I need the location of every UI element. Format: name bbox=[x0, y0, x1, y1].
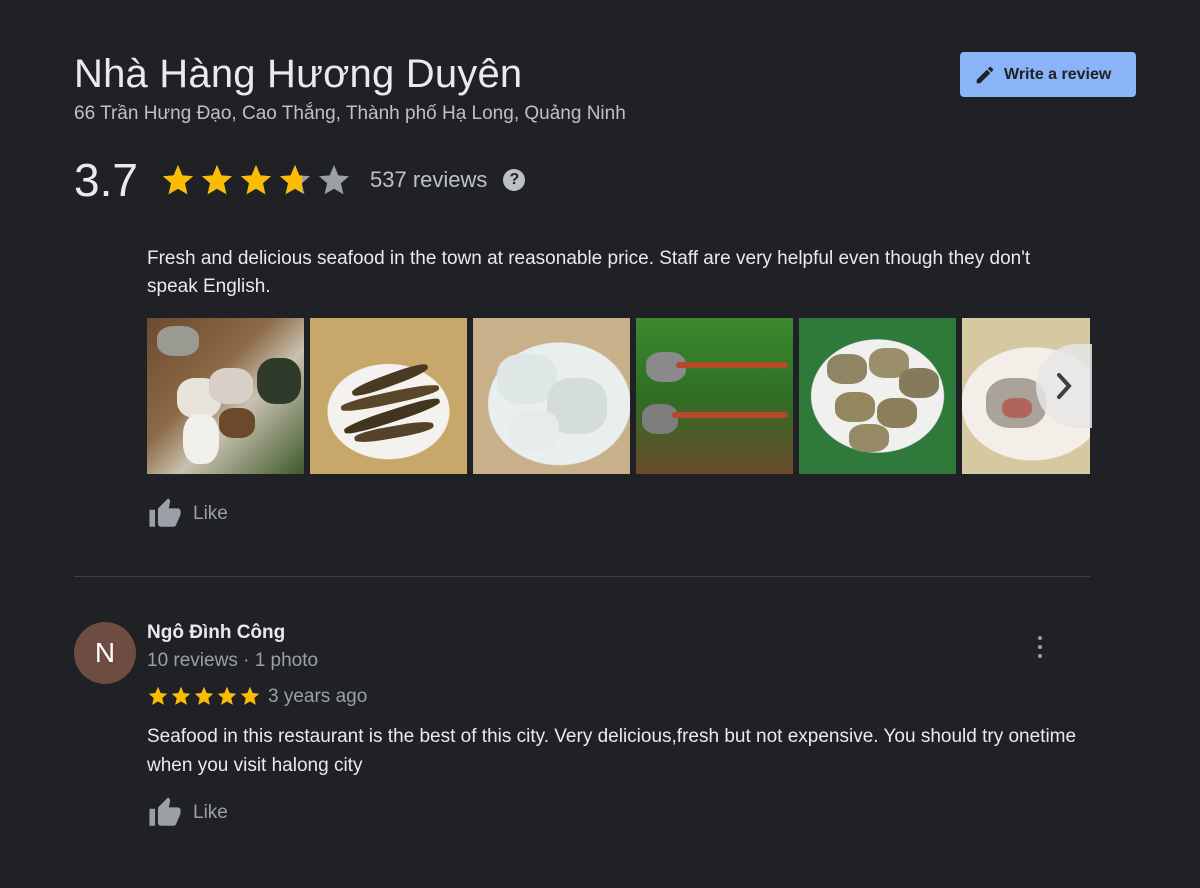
write-review-label: Write a review bbox=[1004, 65, 1112, 83]
thumbs-up-icon bbox=[149, 797, 181, 826]
rating-value: 3.7 bbox=[74, 154, 138, 206]
review-photos bbox=[147, 318, 1090, 474]
like-button[interactable]: Like bbox=[147, 796, 228, 830]
more-vert-icon-dot bbox=[1038, 654, 1042, 658]
star-icon bbox=[217, 686, 237, 705]
seafood-platter-photo[interactable] bbox=[147, 318, 304, 474]
like-button[interactable]: Like bbox=[147, 497, 228, 531]
avatar[interactable]: N bbox=[74, 622, 136, 684]
place-address: 66 Trần Hưng Đạo, Cao Thắng, Thành phố H… bbox=[74, 103, 626, 124]
review-text: Fresh and delicious seafood in the town … bbox=[147, 248, 1031, 297]
like-label: Like bbox=[193, 802, 228, 823]
review-body: Seafood in this restaurant is the best o… bbox=[147, 726, 1077, 776]
reviewer-meta: 10 reviews · 1 photo bbox=[147, 650, 319, 671]
star-icon bbox=[319, 165, 349, 195]
chevron-right-icon bbox=[1057, 373, 1072, 399]
divider bbox=[74, 576, 1090, 577]
more-vert-icon bbox=[1038, 636, 1042, 640]
more-vert-icon-dot bbox=[1038, 645, 1042, 649]
thumbs-up-icon bbox=[149, 498, 181, 527]
help-icon[interactable]: ? bbox=[503, 169, 526, 191]
grilled-razor-clams-photo[interactable] bbox=[310, 318, 467, 474]
review-time: 3 years ago bbox=[268, 686, 368, 707]
star-icon bbox=[194, 686, 214, 705]
place-name: Nhà Hàng Hương Duyên bbox=[74, 52, 523, 96]
review-stars bbox=[147, 685, 261, 707]
star-icon bbox=[202, 165, 232, 195]
star-icon bbox=[280, 165, 310, 195]
review-count[interactable]: 537 reviews bbox=[370, 167, 487, 193]
more-options-button[interactable] bbox=[1028, 634, 1052, 660]
reviewer-name[interactable]: Ngô Đình Công bbox=[147, 622, 285, 644]
star-icon bbox=[148, 686, 168, 705]
star-icon bbox=[241, 165, 271, 195]
rating-summary: 3.7 537 reviews ? bbox=[74, 152, 526, 208]
clams-photo[interactable] bbox=[799, 318, 956, 474]
like-label: Like bbox=[193, 503, 228, 524]
star-icon bbox=[240, 686, 260, 705]
star-icon bbox=[171, 686, 191, 705]
rating-stars bbox=[160, 162, 352, 198]
vegetables-photo[interactable] bbox=[636, 318, 793, 474]
star-icon bbox=[163, 165, 193, 195]
write-review-button[interactable]: Write a review bbox=[960, 52, 1136, 97]
squid-photo[interactable] bbox=[473, 318, 630, 474]
pencil-icon bbox=[976, 66, 994, 83]
